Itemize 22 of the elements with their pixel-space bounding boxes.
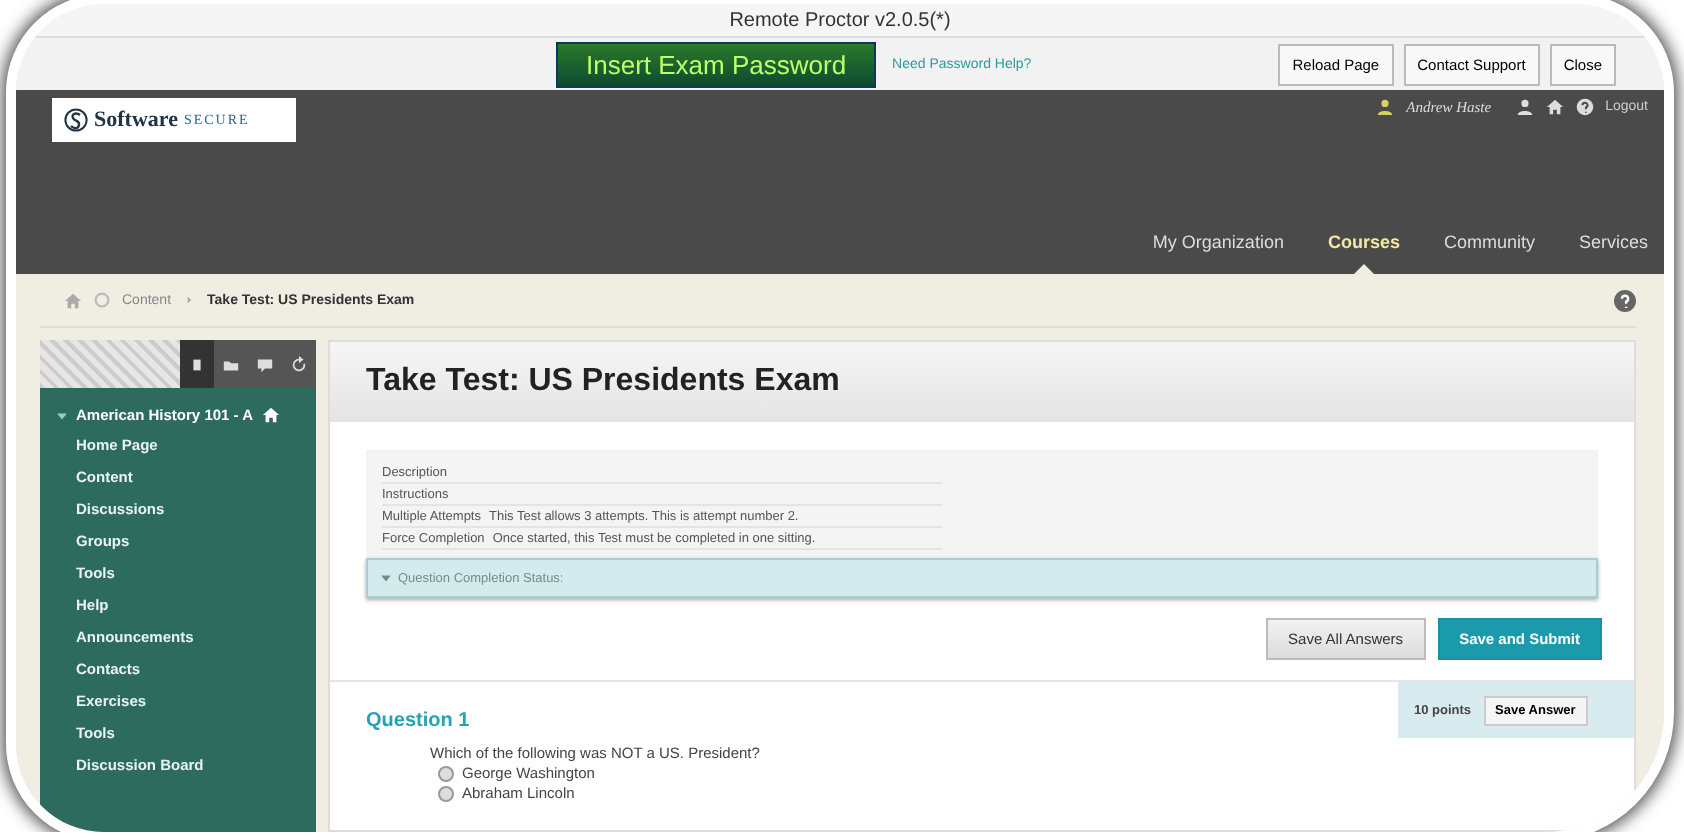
person-icon	[1515, 98, 1534, 116]
refresh-icon	[290, 355, 308, 373]
chat-icon	[256, 355, 274, 373]
question-title: Question 1	[366, 710, 472, 732]
insert-password-button[interactable]: Insert Exam Password	[556, 41, 877, 87]
nav-tab[interactable]: My Organization	[1152, 232, 1284, 252]
nav-tab[interactable]: Community	[1443, 232, 1535, 252]
help-icon[interactable]	[1614, 289, 1636, 311]
page-title: Take Test: US Presidents Exam	[366, 364, 840, 400]
window-title: Remote Proctor v2.0.5(*)	[729, 9, 951, 31]
home-icon	[261, 406, 280, 424]
chevron-icon	[183, 294, 196, 306]
page-icon	[188, 355, 206, 373]
person-icon	[1376, 98, 1395, 116]
folder-icon	[222, 355, 240, 373]
caret-icon	[56, 409, 68, 421]
nav-tab[interactable]: Courses	[1327, 232, 1400, 252]
help-icon[interactable]	[1575, 98, 1594, 116]
caret-icon	[380, 572, 392, 584]
home-icon	[1545, 98, 1564, 116]
home-icon	[64, 291, 82, 309]
nav-tab[interactable]: Services	[1578, 232, 1648, 252]
